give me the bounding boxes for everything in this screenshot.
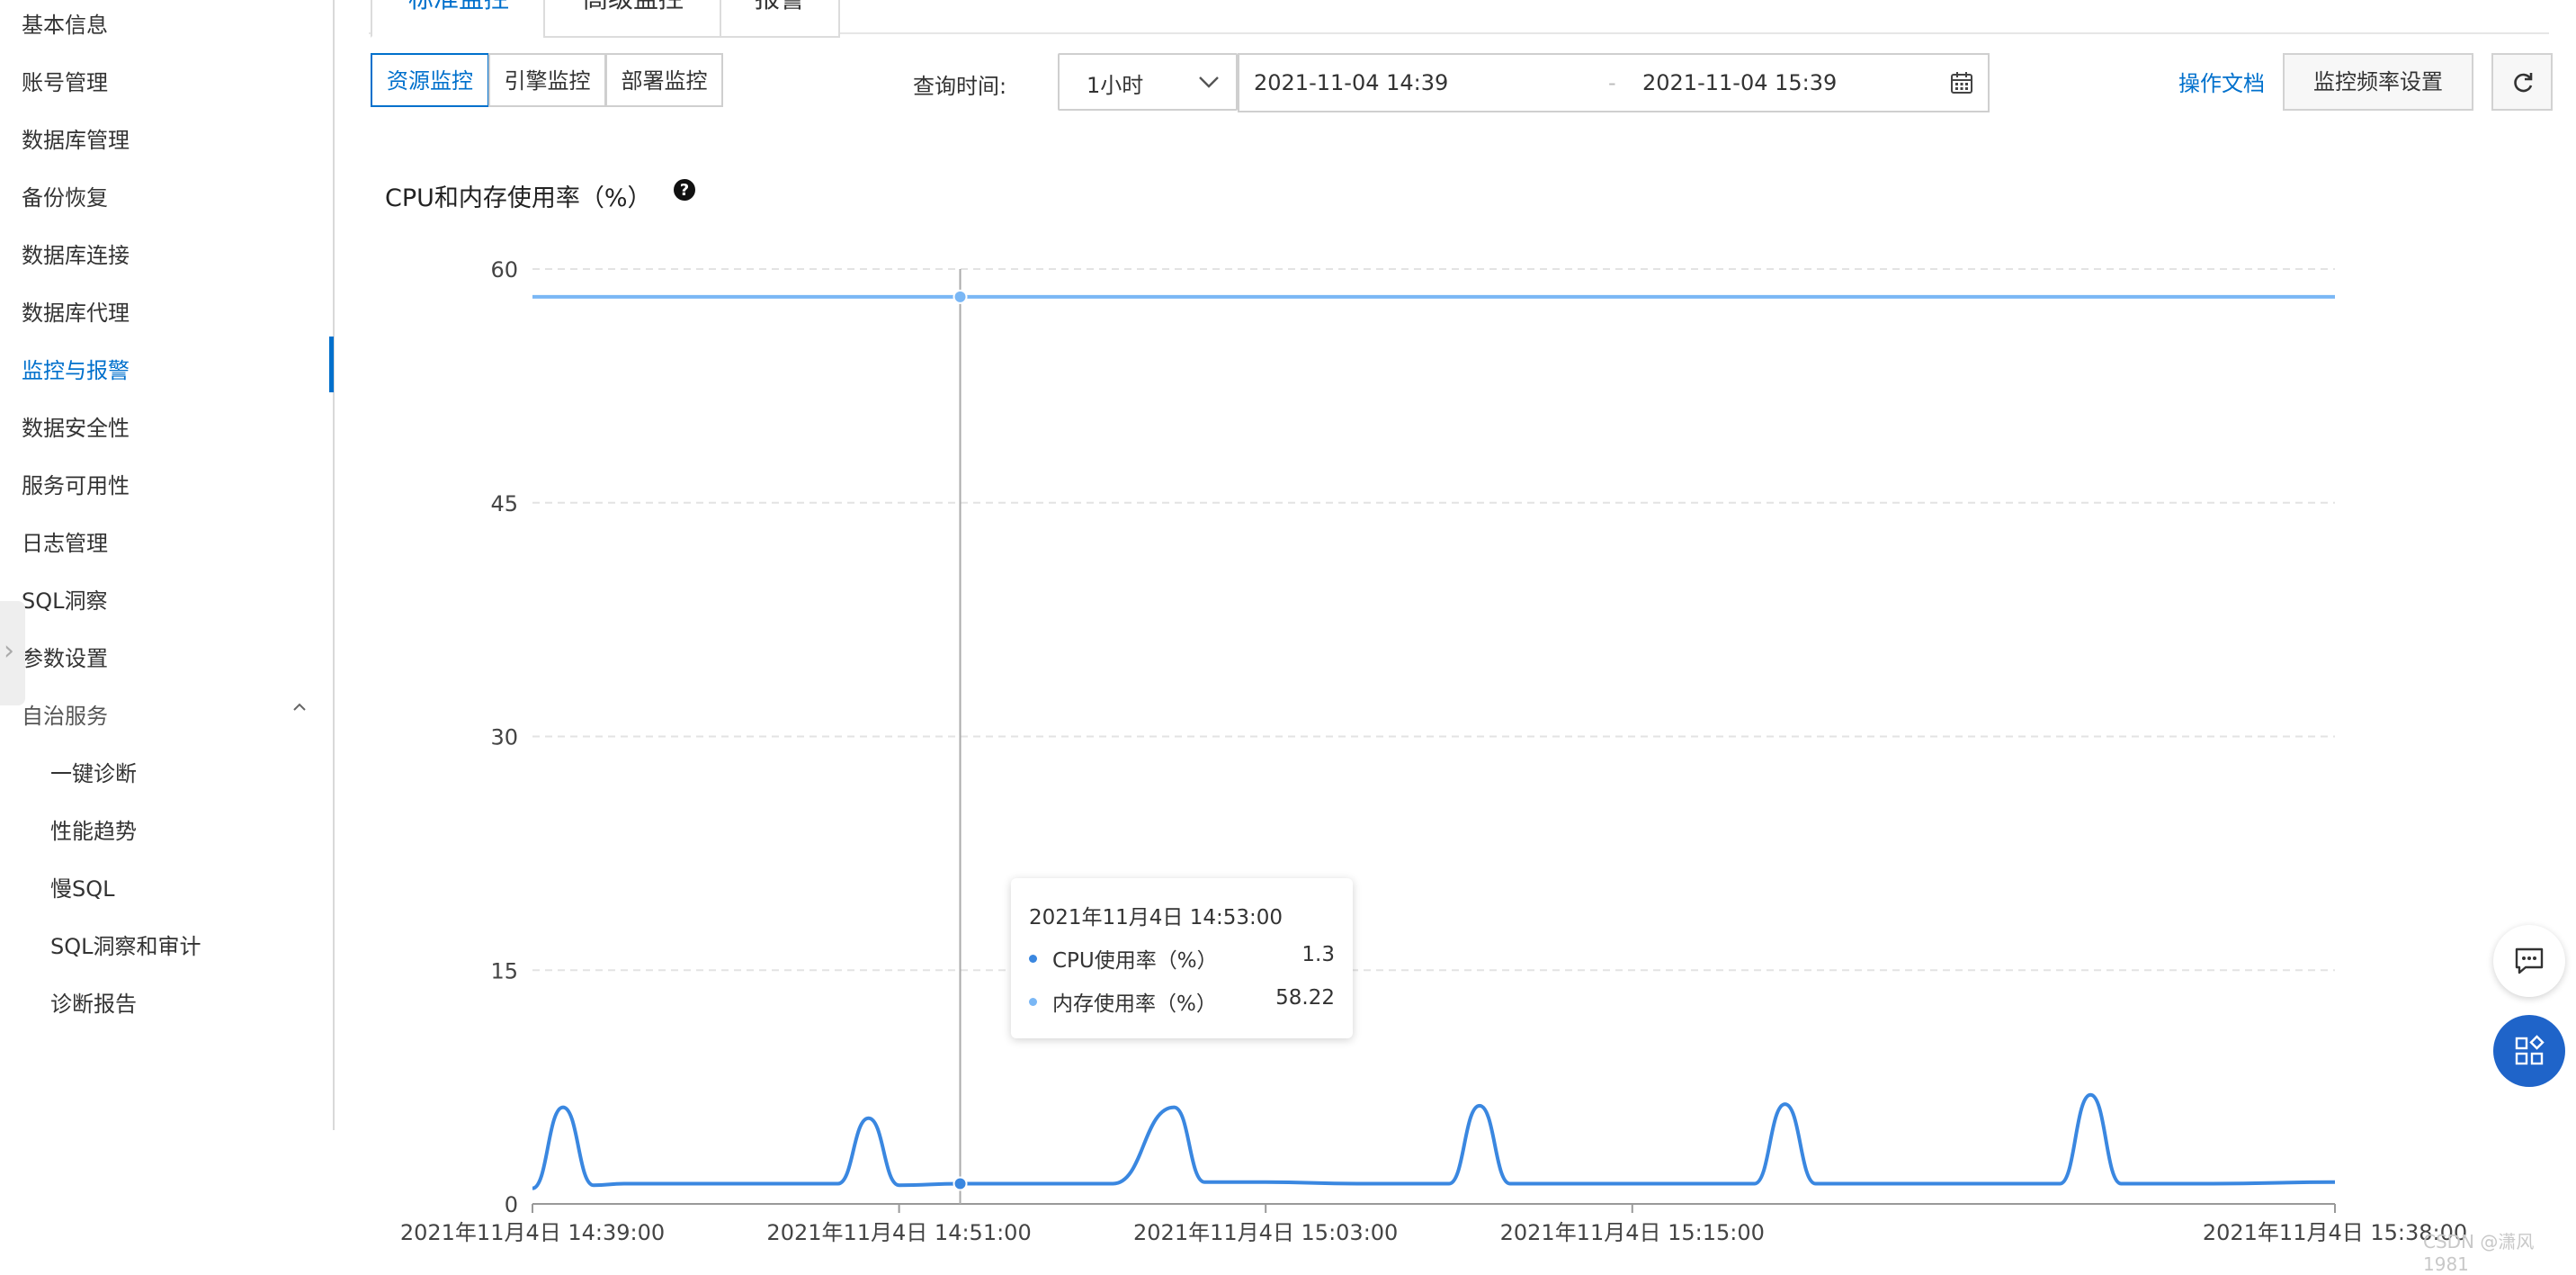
chart-tooltip: 2021年11月4日 14:53:00 CPU使用率（%） 1.3 内存使用率（… [1011,878,1353,1038]
chat-button[interactable] [2493,925,2565,997]
memory-cursor-point [953,289,968,304]
apps-icon [2515,1035,2545,1065]
x-tick-label: 2021年11月4日 15:15:00 [1500,1220,1765,1245]
tooltip-cpu-value: 1.3 [1301,943,1335,966]
watermark: CSDN @潇风1981 [2423,1231,2535,1275]
apps-button[interactable] [2493,1015,2565,1087]
tooltip-cpu-name: CPU使用率（%） [1052,949,1218,973]
y-tick-label: 60 [490,257,518,283]
y-tick-label: 0 [505,1192,518,1217]
x-tick-label: 2021年11月4日 14:51:00 [766,1220,1031,1245]
tooltip-cpu-dot [1029,955,1037,963]
chat-icon [2515,947,2544,974]
cpu-series-line [532,1092,2336,1190]
tooltip-memory-dot [1029,998,1037,1006]
y-tick-label: 15 [490,958,518,983]
cpu-cursor-point [953,1176,968,1191]
tooltip-memory-value: 58.22 [1275,986,1335,1010]
cpu-memory-chart: 0 15 30 45 60 2021年11月4日 14:39:00 2021年11月4日 1… [400,257,2467,1245]
tooltip-title: 2021年11月4日 14:53:00 [1029,906,1284,929]
tooltip-memory-name: 内存使用率（%） [1052,992,1217,1016]
y-tick-label: 45 [490,491,518,516]
y-tick-label: 30 [490,725,518,750]
x-tick-label: 2021年11月4日 14:39:00 [400,1220,665,1245]
x-tick-label: 2021年11月4日 15:03:00 [1133,1220,1398,1245]
